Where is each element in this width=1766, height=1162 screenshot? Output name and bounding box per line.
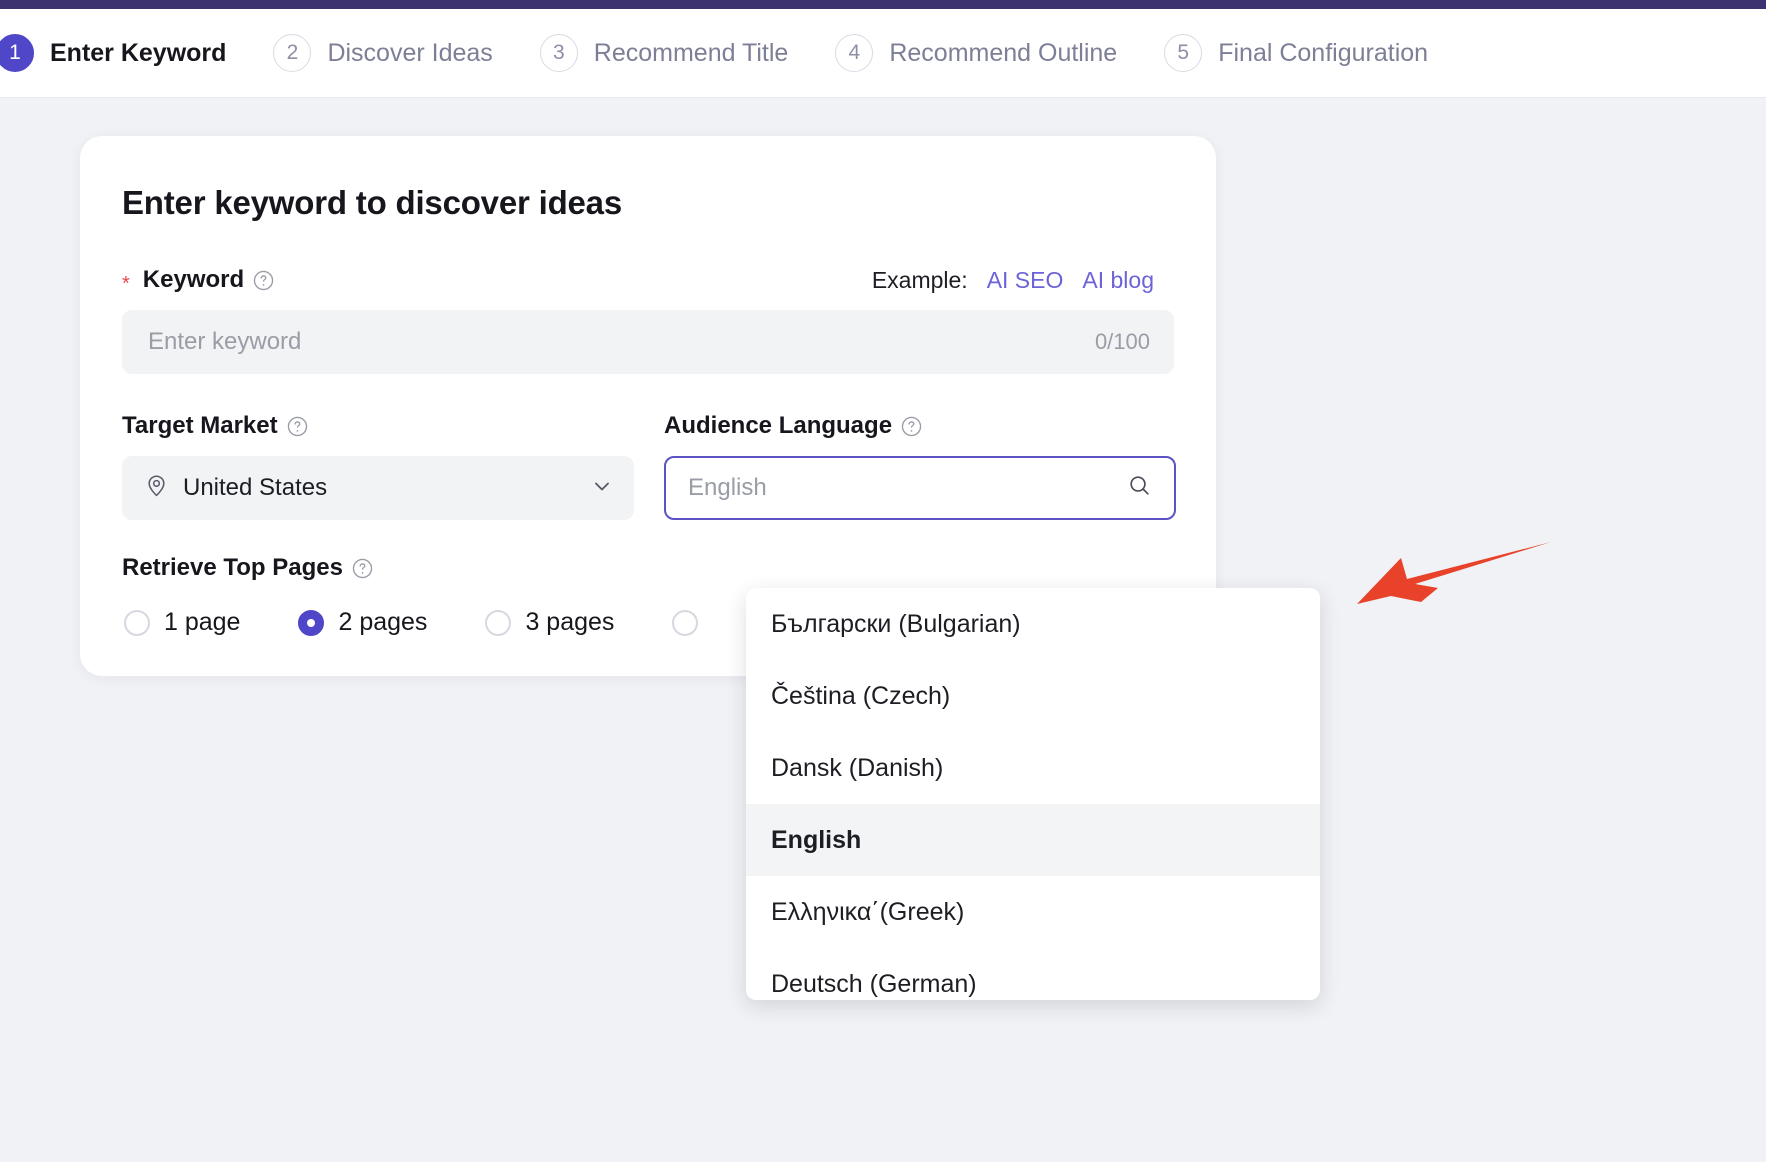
keyword-input[interactable]: Enter keyword 0/100 bbox=[122, 310, 1174, 374]
language-option-danish[interactable]: Dansk (Danish) bbox=[746, 732, 1320, 804]
language-dropdown-list[interactable]: Български (Bulgarian) Čeština (Czech) Da… bbox=[746, 588, 1320, 1000]
step-2-label: Discover Ideas bbox=[327, 38, 493, 67]
location-pin-icon bbox=[144, 473, 169, 503]
target-market-value: United States bbox=[183, 474, 328, 501]
step-5-label: Final Configuration bbox=[1218, 38, 1429, 67]
keyword-input-placeholder: Enter keyword bbox=[148, 328, 302, 355]
radio-option-1-page[interactable]: 1 page bbox=[124, 608, 240, 637]
language-option-german[interactable]: Deutsch (German) bbox=[746, 948, 1320, 1000]
keyword-label-group: * Keyword bbox=[122, 266, 274, 294]
target-market-label-row: Target Market bbox=[122, 412, 634, 440]
example-link-ai-seo[interactable]: AI SEO bbox=[987, 267, 1064, 294]
step-5-number: 5 bbox=[1164, 34, 1203, 72]
audience-language-label-row: Audience Language bbox=[664, 412, 1176, 440]
step-1-number: 1 bbox=[0, 34, 34, 72]
question-circle-icon[interactable] bbox=[352, 558, 373, 579]
step-1-label: Enter Keyword bbox=[50, 38, 227, 67]
target-market-select[interactable]: United States bbox=[122, 456, 634, 520]
step-1-enter-keyword[interactable]: 1 Enter Keyword bbox=[0, 34, 226, 72]
audience-language-label: Audience Language bbox=[664, 412, 893, 439]
radio-label-3-pages: 3 pages bbox=[525, 608, 615, 636]
radio-mark bbox=[672, 609, 699, 636]
keyword-examples: Example: AI SEO AI blog bbox=[872, 267, 1154, 294]
step-3-recommend-title[interactable]: 3 Recommend Title bbox=[539, 34, 789, 72]
radio-mark bbox=[485, 609, 512, 636]
target-market-label: Target Market bbox=[122, 412, 278, 439]
keyword-label: Keyword bbox=[142, 266, 245, 293]
red-arrow-pointing-left-icon bbox=[1355, 540, 1555, 630]
retrieve-top-pages-label-group: Retrieve Top Pages bbox=[122, 554, 1160, 582]
radio-label-1-page: 1 page bbox=[164, 608, 241, 636]
page-title: Enter keyword to discover ideas bbox=[122, 184, 622, 221]
radio-mark bbox=[124, 609, 150, 636]
step-4-label: Recommend Outline bbox=[889, 38, 1118, 67]
radio-mark-selected bbox=[298, 609, 325, 636]
step-2-discover-ideas[interactable]: 2 Discover Ideas bbox=[273, 34, 493, 72]
step-2-number: 2 bbox=[273, 34, 312, 72]
target-market-value-group: United States bbox=[144, 473, 327, 503]
radio-option-4-obscured[interactable] bbox=[672, 609, 712, 636]
search-icon[interactable] bbox=[1127, 473, 1152, 503]
market-language-row: Target Market United States Audience Lan… bbox=[122, 412, 1176, 520]
audience-language-field: Audience Language English bbox=[664, 412, 1176, 520]
top-accent-strip bbox=[0, 0, 1766, 9]
keyword-char-counter: 0/100 bbox=[1094, 329, 1150, 354]
step-3-label: Recommend Title bbox=[593, 38, 789, 67]
question-circle-icon[interactable] bbox=[287, 416, 308, 437]
language-option-bulgarian[interactable]: Български (Bulgarian) bbox=[746, 588, 1320, 660]
question-circle-icon[interactable] bbox=[901, 416, 922, 437]
audience-language-label-group: Audience Language bbox=[664, 412, 922, 440]
audience-language-input[interactable]: English bbox=[664, 456, 1176, 520]
language-option-czech[interactable]: Čeština (Czech) bbox=[746, 660, 1320, 732]
step-3-number: 3 bbox=[539, 34, 578, 72]
target-market-field: Target Market United States bbox=[122, 412, 634, 520]
audience-language-placeholder: English bbox=[688, 474, 767, 501]
language-option-english[interactable]: English bbox=[746, 804, 1320, 876]
step-4-recommend-outline[interactable]: 4 Recommend Outline bbox=[835, 34, 1117, 72]
example-label: Example: bbox=[871, 266, 968, 293]
question-circle-icon[interactable] bbox=[253, 270, 274, 291]
chevron-down-icon[interactable] bbox=[590, 474, 614, 503]
keyword-label-row: * Keyword Example: AI SEO AI blog bbox=[122, 266, 1160, 294]
radio-option-3-pages[interactable]: 3 pages bbox=[485, 608, 614, 637]
wizard-stepper: 1 Enter Keyword 2 Discover Ideas 3 Recom… bbox=[0, 9, 1766, 98]
step-4-number: 4 bbox=[835, 34, 874, 72]
example-link-ai-blog[interactable]: AI blog bbox=[1082, 267, 1154, 294]
target-market-label-group: Target Market bbox=[122, 412, 308, 440]
language-option-greek[interactable]: Ελληνικα΄(Greek) bbox=[746, 876, 1320, 948]
retrieve-top-pages-label: Retrieve Top Pages bbox=[122, 554, 343, 581]
radio-option-2-pages[interactable]: 2 pages bbox=[298, 608, 427, 637]
step-5-final-configuration[interactable]: 5 Final Configuration bbox=[1164, 34, 1428, 72]
required-asterisk: * bbox=[122, 273, 130, 295]
radio-label-2-pages: 2 pages bbox=[338, 608, 428, 636]
